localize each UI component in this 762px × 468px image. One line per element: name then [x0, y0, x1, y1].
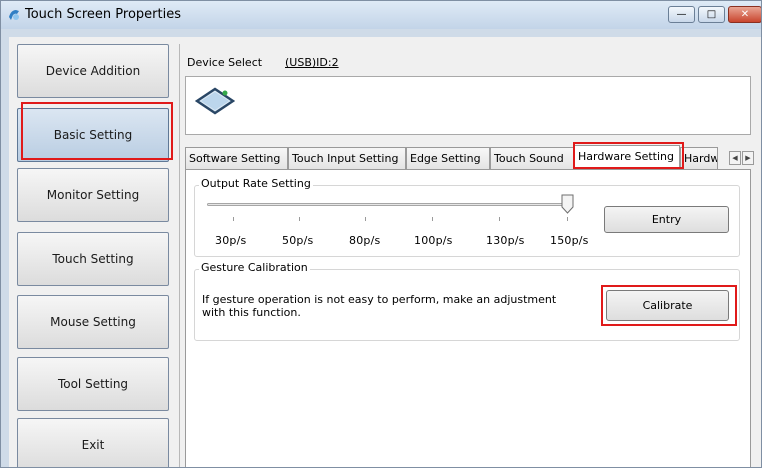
- slider-thumb[interactable]: [561, 194, 574, 214]
- minimize-button[interactable]: —: [668, 6, 695, 23]
- tab-hardware-overflow[interactable]: Hardwa: [680, 147, 718, 169]
- touch-panel-icon[interactable]: [195, 85, 235, 119]
- touch-screen-properties-window: Touch Screen Properties — □ ✕ Device Add…: [0, 0, 762, 468]
- maximize-icon: □: [706, 9, 717, 20]
- tab-scroll-right-button[interactable]: ▶: [742, 151, 754, 165]
- device-select-label: Device Select: [187, 56, 263, 69]
- nav-mouse-setting-button[interactable]: Mouse Setting: [17, 295, 169, 349]
- nav-device-addition-button[interactable]: Device Addition: [17, 44, 169, 98]
- tab-software-setting[interactable]: Software Setting: [185, 147, 288, 169]
- tick-label: 130p/s: [486, 234, 525, 247]
- tab-scroll-left-button[interactable]: ◀: [729, 151, 741, 165]
- tab-edge-setting[interactable]: Edge Setting: [406, 147, 490, 169]
- nav-basic-setting-button[interactable]: Basic Setting: [17, 108, 169, 162]
- tab-hardware-setting[interactable]: Hardware Setting: [574, 145, 680, 169]
- window-title: Touch Screen Properties: [25, 7, 181, 22]
- tab-strip: Software Setting Touch Input Setting Edg…: [185, 145, 751, 169]
- slider-tick: [365, 217, 366, 221]
- slider-tick: [567, 217, 568, 221]
- minimize-icon: —: [676, 9, 687, 20]
- slider-tick: [499, 217, 500, 221]
- tick-label: 100p/s: [414, 234, 453, 247]
- tick-label: 50p/s: [282, 234, 314, 247]
- device-list[interactable]: [185, 76, 751, 135]
- entry-button[interactable]: Entry: [604, 206, 729, 233]
- calibrate-button[interactable]: Calibrate: [606, 290, 729, 321]
- nav-exit-button[interactable]: Exit: [17, 418, 169, 467]
- tick-label: 150p/s: [550, 234, 589, 247]
- maximize-button[interactable]: □: [698, 6, 725, 23]
- nav-touch-setting-button[interactable]: Touch Setting: [17, 232, 169, 286]
- slider-tick: [233, 217, 234, 221]
- output-rate-slider[interactable]: [207, 203, 567, 206]
- tick-label: 80p/s: [349, 234, 381, 247]
- device-select-link[interactable]: (USB)ID:2: [285, 56, 339, 69]
- tick-label: 30p/s: [215, 234, 247, 247]
- nav-monitor-setting-button[interactable]: Monitor Setting: [17, 168, 169, 222]
- slider-tick: [299, 217, 300, 221]
- nav-tool-setting-button[interactable]: Tool Setting: [17, 357, 169, 411]
- app-icon: [9, 10, 19, 20]
- gesture-calibration-message: If gesture operation is not easy to perf…: [202, 293, 557, 319]
- gesture-calibration-title: Gesture Calibration: [199, 261, 310, 274]
- title-bar[interactable]: Touch Screen Properties — □ ✕: [1, 1, 761, 29]
- tab-touch-sound[interactable]: Touch Sound: [490, 147, 574, 169]
- output-rate-title: Output Rate Setting: [199, 177, 313, 190]
- slider-tick: [432, 217, 433, 221]
- tab-touch-input-setting[interactable]: Touch Input Setting: [288, 147, 406, 169]
- close-button[interactable]: ✕: [728, 6, 761, 23]
- close-icon: ✕: [740, 9, 750, 20]
